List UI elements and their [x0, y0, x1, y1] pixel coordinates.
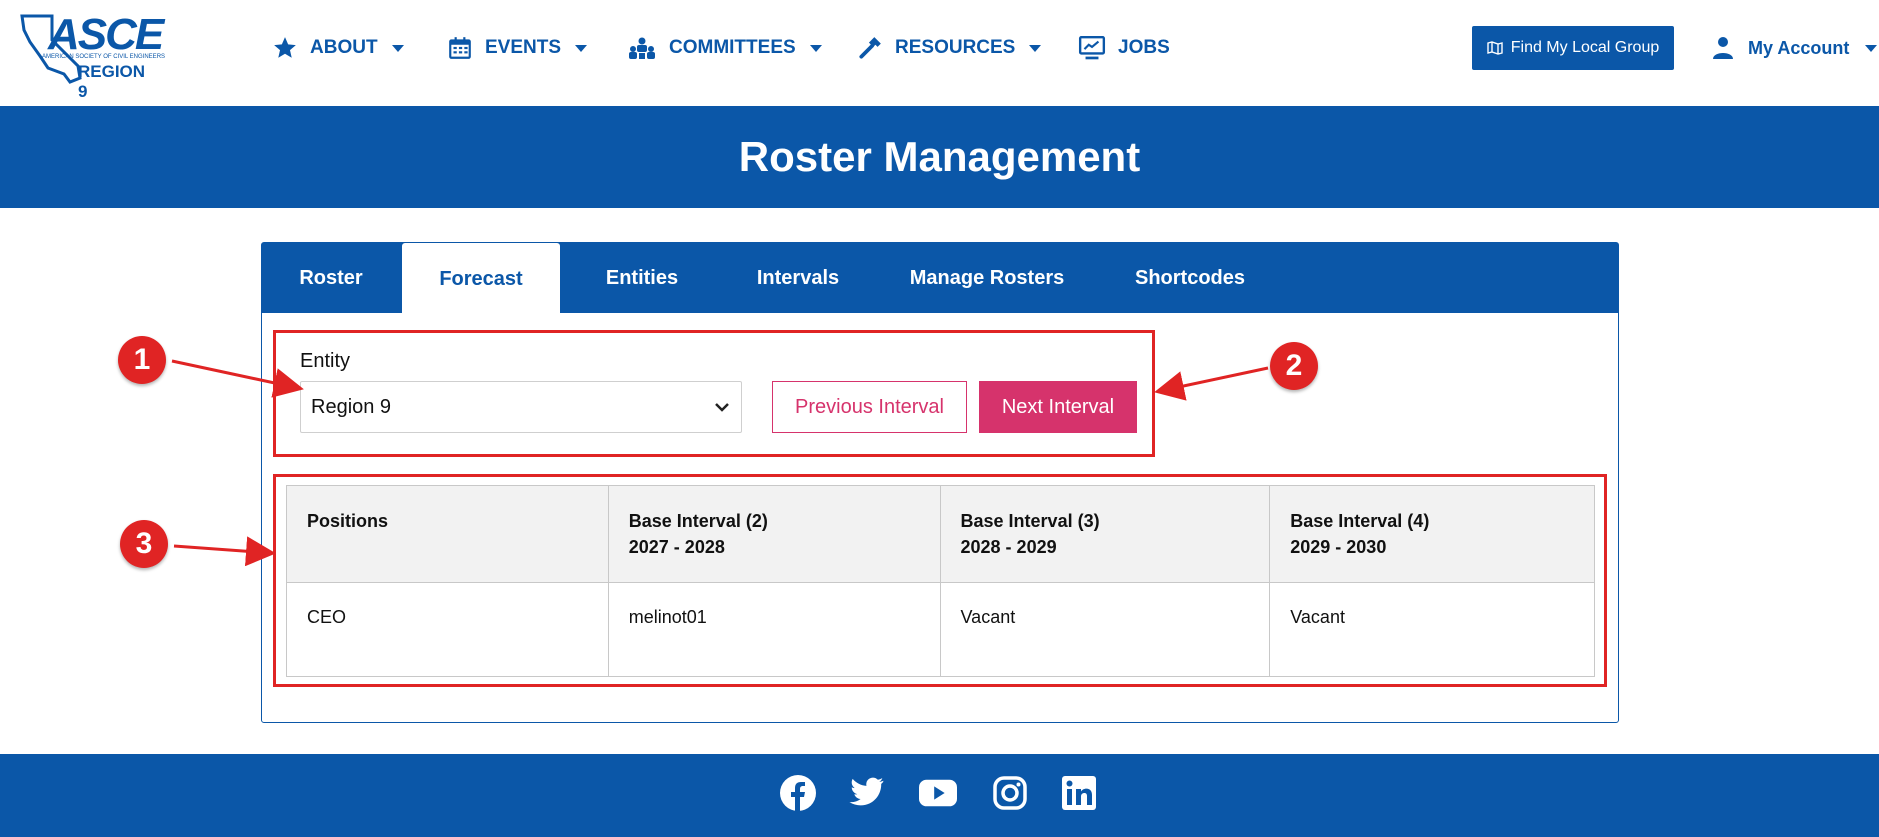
logo-tagline: AMERICAN SOCIETY OF CIVIL ENGINEERS [42, 54, 166, 60]
nav-about-label: ABOUT [310, 37, 378, 58]
nav-events-label: EVENTS [485, 37, 562, 58]
tab-intervals[interactable]: Intervals [722, 243, 874, 313]
youtube-icon[interactable] [919, 774, 957, 812]
nav-resources[interactable]: RESOURCES [857, 30, 1042, 66]
tab-entities[interactable]: Entities [562, 243, 722, 313]
annotation-marker-1: 1 [118, 336, 166, 384]
asce-region-9-logo[interactable]: ASCE AMERICAN SOCIETY OF CIVIL ENGINEERS… [18, 10, 165, 101]
user-icon [1713, 37, 1733, 59]
monitor-chart-icon [1078, 36, 1106, 60]
group-icon [629, 37, 655, 59]
page-title: Roster Management [738, 133, 1141, 180]
tab-shortcodes[interactable]: Shortcodes [1100, 243, 1280, 313]
hammer-icon [859, 37, 881, 59]
logo-region: REGION 9 [78, 62, 146, 101]
tab-manage-rosters[interactable]: Manage Rosters [874, 243, 1100, 313]
instagram-icon[interactable] [991, 774, 1029, 812]
page-banner: Roster Management [0, 106, 1879, 208]
chevron-down-icon [575, 44, 588, 52]
annotation-box-table [273, 474, 1607, 687]
annotation-box-controls [273, 330, 1155, 457]
annotation-marker-2: 2 [1270, 342, 1318, 390]
find-my-local-group-label: Find My Local Group [1510, 39, 1660, 56]
nav-committees-label: COMMITTEES [669, 37, 796, 58]
logo-wordmark: ASCE [48, 10, 164, 59]
tab-bar: Roster Forecast Entities Intervals Manag… [262, 243, 1618, 315]
find-my-local-group-button[interactable]: Find My Local Group [1472, 26, 1674, 70]
site-footer [0, 754, 1879, 837]
nav-jobs-label: JOBS [1118, 37, 1170, 58]
site-header: ASCE AMERICAN SOCIETY OF CIVIL ENGINEERS… [0, 0, 1879, 106]
chevron-down-icon [1029, 44, 1042, 52]
nav-about[interactable]: ABOUT [272, 30, 404, 66]
tab-forecast[interactable]: Forecast [402, 243, 560, 315]
chevron-down-icon [1865, 44, 1878, 52]
calendar-icon [449, 37, 471, 59]
linkedin-icon[interactable] [1060, 774, 1098, 812]
nav-resources-label: RESOURCES [895, 37, 1016, 58]
my-account-label: My Account [1748, 37, 1850, 58]
nav-events[interactable]: EVENTS [447, 30, 588, 66]
star-icon [274, 37, 296, 58]
facebook-icon[interactable] [779, 774, 817, 812]
nav-jobs[interactable]: JOBS [1078, 30, 1170, 66]
chevron-down-icon [809, 44, 822, 52]
annotation-arrow-3 [173, 536, 276, 567]
map-icon [1487, 41, 1503, 55]
chevron-down-icon [391, 44, 404, 52]
my-account-menu[interactable]: My Account [1712, 32, 1878, 64]
nav-committees[interactable]: COMMITTEES [627, 30, 822, 66]
annotation-marker-3: 3 [120, 520, 168, 568]
tab-roster[interactable]: Roster [262, 243, 400, 313]
twitter-icon[interactable] [847, 774, 885, 812]
